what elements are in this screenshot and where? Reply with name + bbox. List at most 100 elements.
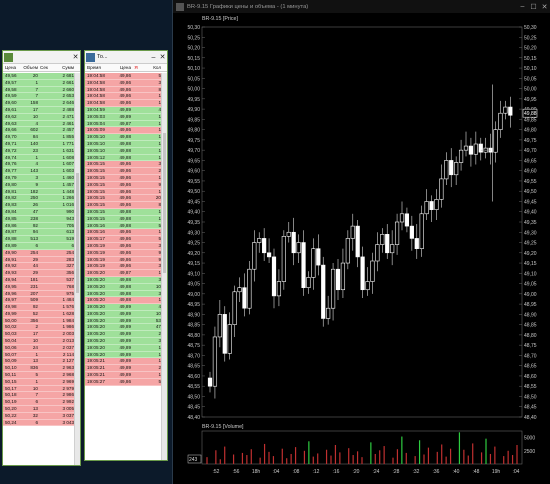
order-book-row[interactable]: 49,63 4 2 461 xyxy=(3,120,74,128)
tape-row[interactable]: 19:05:20 49,89 2 xyxy=(85,331,161,339)
minimize-icon[interactable]: – xyxy=(517,1,528,13)
tape-row[interactable]: 19:05:19 49,86 9 xyxy=(85,256,161,264)
order-book-row[interactable]: 50,06 24 2 037 xyxy=(3,344,74,352)
order-book-row[interactable]: 49,80 9 1 457 xyxy=(3,181,74,189)
col-time-header[interactable]: Время xyxy=(85,65,111,70)
order-book-row[interactable]: 49,97 509 1 484 xyxy=(3,297,74,305)
order-book-row[interactable]: 50,15 1 2 969 xyxy=(3,378,74,386)
order-book-row[interactable]: 50,20 13 3 005 xyxy=(3,406,74,413)
tape-row[interactable]: 19:05:20 49,88 1 xyxy=(85,297,161,305)
tape-row[interactable]: 19:04:58 49,86 3 xyxy=(85,79,161,87)
tape-scrollbar[interactable] xyxy=(161,73,167,460)
tape-row[interactable]: 19:05:20 49,89 47 xyxy=(85,324,161,332)
tape-row[interactable]: 19:05:21 49,89 1 xyxy=(85,358,161,366)
col-direction-header[interactable]: Я xyxy=(131,65,141,70)
tape-row[interactable]: 19:05:20 49,88 3 xyxy=(85,290,161,298)
tape-row[interactable]: 19:05:19 49,86 9 xyxy=(85,249,161,257)
tape-row[interactable]: 19:05:17 49,86 5 xyxy=(85,236,161,243)
col-sec-header[interactable]: Сек xyxy=(38,65,50,70)
order-book-window[interactable]: ✕ Цена Объем Сек Сумм 49,56 20 2 681 49,57 1… xyxy=(2,50,81,466)
scrollbar-thumb[interactable] xyxy=(76,173,79,293)
order-book-row[interactable]: 49,77 143 1 603 xyxy=(3,168,74,175)
maximize-icon[interactable]: ☐ xyxy=(528,1,539,13)
order-book-row[interactable]: 49,59 7 2 653 xyxy=(3,93,74,101)
order-book-row[interactable]: 50,19 6 2 992 xyxy=(3,399,74,407)
order-book-row[interactable]: 50,04 10 2 013 xyxy=(3,338,74,345)
order-book-row[interactable]: 49,74 1 1 608 xyxy=(3,154,74,162)
col-sum-header[interactable]: Сумм xyxy=(50,65,74,70)
tape-row[interactable]: 19:05:10 49,88 1 xyxy=(85,134,161,141)
tape-row[interactable]: 19:05:15 49,88 1 xyxy=(85,208,161,216)
order-book-row[interactable]: 50,09 13 2 127 xyxy=(3,358,74,366)
order-book-row[interactable]: 50,11 5 2 968 xyxy=(3,372,74,379)
order-book-row[interactable]: 49,87 94 613 xyxy=(3,229,74,237)
order-book-row[interactable]: 49,79 3 1 460 xyxy=(3,174,74,182)
tape-row[interactable]: 19:05:16 49,88 5 xyxy=(85,222,161,230)
order-book-row[interactable]: 49,61 17 2 488 xyxy=(3,106,74,114)
tape-row[interactable]: 19:05:10 49,88 1 xyxy=(85,147,161,155)
close-icon[interactable]: ✕ xyxy=(71,51,80,63)
tape-row[interactable]: 19:05:16 49,86 1 xyxy=(85,229,161,237)
col-volume-header[interactable]: Объем xyxy=(23,65,38,70)
order-book-titlebar[interactable]: ✕ xyxy=(3,51,80,64)
order-book-row[interactable]: 49,91 29 283 xyxy=(3,256,74,264)
chart-titlebar[interactable]: BR-9.15 Графики цены и объема - (1 минут… xyxy=(173,0,550,13)
tape-row[interactable]: 19:05:20 49,89 4 xyxy=(85,304,161,311)
order-book-row[interactable]: 49,88 513 519 xyxy=(3,236,74,243)
tape-row[interactable]: 19:05:19 49,86 3 xyxy=(85,242,161,250)
tape-row[interactable]: 19:05:19 49,86 3 xyxy=(85,263,161,271)
order-book-row[interactable]: 49,94 181 537 xyxy=(3,276,74,284)
tape-row[interactable]: 19:05:21 49,89 1 xyxy=(85,372,161,379)
order-book-row[interactable]: 49,95 231 768 xyxy=(3,283,74,291)
order-book-row[interactable]: 49,99 52 1 628 xyxy=(3,310,74,318)
close-icon[interactable]: ✕ xyxy=(158,51,167,63)
order-book-row[interactable]: 49,76 4 1 607 xyxy=(3,161,74,169)
tape-row[interactable]: 19:04:58 49,86 1 xyxy=(85,93,161,101)
scrollbar-thumb[interactable] xyxy=(163,133,166,273)
order-book-row[interactable]: 49,62 10 2 471 xyxy=(3,113,74,121)
tape-row[interactable]: 19:05:20 49,87 1 xyxy=(85,270,161,277)
order-book-row[interactable]: 50,02 2 1 986 xyxy=(3,324,74,332)
order-book-row[interactable]: 49,84 47 990 xyxy=(3,208,74,216)
tape-row[interactable]: 19:05:03 49,89 1 xyxy=(85,113,161,121)
col-price-header[interactable]: Цена xyxy=(3,65,23,70)
order-book-row[interactable]: 49,98 92 1 576 xyxy=(3,304,74,311)
tape-row[interactable]: 19:05:20 49,89 3 xyxy=(85,338,161,345)
tape-row[interactable]: 19:05:20 49,88 10 xyxy=(85,283,161,291)
tape-row[interactable]: 19:04:59 49,89 4 xyxy=(85,106,161,114)
tape-row[interactable]: 19:05:20 49,89 10 xyxy=(85,310,161,318)
tape-row[interactable]: 19:05:09 49,86 1 xyxy=(85,127,161,135)
tape-row[interactable]: 19:05:15 49,86 9 xyxy=(85,181,161,189)
order-book-row[interactable]: 49,56 20 2 681 xyxy=(3,73,74,80)
col-qty-header[interactable]: Кол xyxy=(141,65,161,70)
order-book-row[interactable]: 49,70 84 1 855 xyxy=(3,134,74,141)
order-book-row[interactable]: 49,60 158 2 646 xyxy=(3,100,74,107)
order-book-row[interactable]: 50,00 356 1 984 xyxy=(3,317,74,325)
order-book-row[interactable]: 49,83 26 1 016 xyxy=(3,202,74,209)
tape-row[interactable]: 19:05:20 49,89 1 xyxy=(85,351,161,359)
order-book-row[interactable]: 50,03 17 2 003 xyxy=(3,331,74,339)
minimize-icon[interactable]: – xyxy=(149,51,158,63)
tape-row[interactable]: 19:04:58 49,86 8 xyxy=(85,86,161,94)
order-book-row[interactable]: 49,58 7 2 660 xyxy=(3,86,74,94)
order-book-row[interactable]: 50,22 32 3 037 xyxy=(3,412,74,420)
order-book-row[interactable]: 50,17 10 2 979 xyxy=(3,385,74,393)
order-book-row[interactable]: 49,93 29 356 xyxy=(3,270,74,277)
tape-row[interactable]: 19:05:20 49,89 53 xyxy=(85,317,161,325)
tape-row[interactable]: 19:05:15 49,86 20 xyxy=(85,195,161,203)
order-book-row[interactable]: 49,71 140 1 771 xyxy=(3,140,74,148)
tape-row[interactable]: 19:04:58 49,86 1 xyxy=(85,100,161,107)
tape-titlebar[interactable]: То... – ✕ xyxy=(85,51,167,64)
tape-row[interactable]: 19:05:20 49,89 1 xyxy=(85,344,161,352)
order-book-row[interactable]: 49,57 1 2 661 xyxy=(3,79,74,87)
tape-row[interactable]: 19:05:10 49,88 1 xyxy=(85,140,161,148)
tape-row[interactable]: 19:05:15 49,86 8 xyxy=(85,202,161,209)
tape-window[interactable]: То... – ✕ Время Цена Я Кол 19:04:58 49,86… xyxy=(84,50,168,461)
order-book-scrollbar[interactable] xyxy=(74,73,80,465)
order-book-row[interactable]: 49,72 23 1 631 xyxy=(3,147,74,155)
order-book-row[interactable]: 50,18 7 2 986 xyxy=(3,392,74,400)
order-book-row[interactable]: 49,92 44 327 xyxy=(3,263,74,271)
tape-row[interactable]: 19:05:15 49,86 2 xyxy=(85,168,161,175)
tape-row[interactable]: 19:05:15 49,86 3 xyxy=(85,161,161,169)
order-book-row[interactable]: 50,07 1 2 114 xyxy=(3,351,74,359)
